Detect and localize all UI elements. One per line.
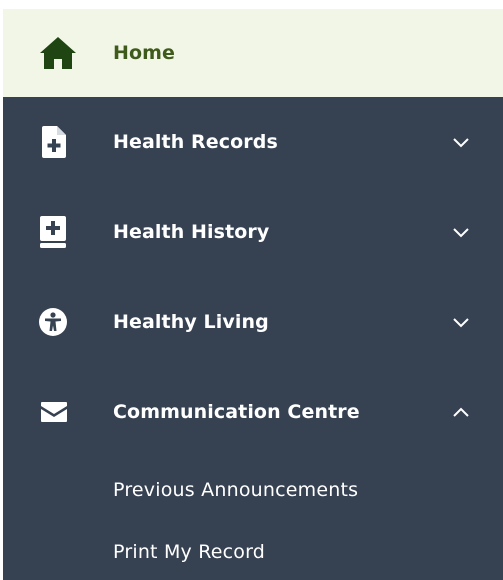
nav-item-communication-centre-label: Communication Centre — [113, 401, 360, 423]
nav-item-home[interactable]: Home — [3, 9, 503, 97]
submenu-item-previous-announcements[interactable]: Previous Announcements — [113, 479, 358, 501]
nav-item-communication-centre[interactable]: Communication Centre — [3, 367, 503, 457]
nav-item-healthy-living[interactable]: Healthy Living — [3, 277, 503, 367]
submenu-item-print-my-record[interactable]: Print My Record — [113, 541, 265, 563]
nav-item-health-records-label: Health Records — [113, 131, 278, 153]
chevron-down-icon[interactable] — [452, 226, 470, 238]
document-plus-icon — [42, 126, 66, 158]
nav-item-home-label: Home — [113, 42, 176, 64]
envelope-icon — [41, 402, 67, 422]
nav-item-health-history-label: Health History — [113, 221, 270, 243]
medical-book-icon — [40, 216, 66, 248]
chevron-up-icon[interactable] — [452, 406, 470, 418]
nav-item-health-records[interactable]: Health Records — [3, 97, 503, 187]
accessibility-icon — [39, 308, 67, 336]
home-icon — [40, 37, 76, 69]
chevron-down-icon[interactable] — [452, 136, 470, 148]
nav-item-health-history[interactable]: Health History — [3, 187, 503, 277]
sidebar-nav: Home Health Records Health History Healt… — [3, 9, 503, 580]
nav-item-healthy-living-label: Healthy Living — [113, 311, 269, 333]
chevron-down-icon[interactable] — [452, 316, 470, 328]
